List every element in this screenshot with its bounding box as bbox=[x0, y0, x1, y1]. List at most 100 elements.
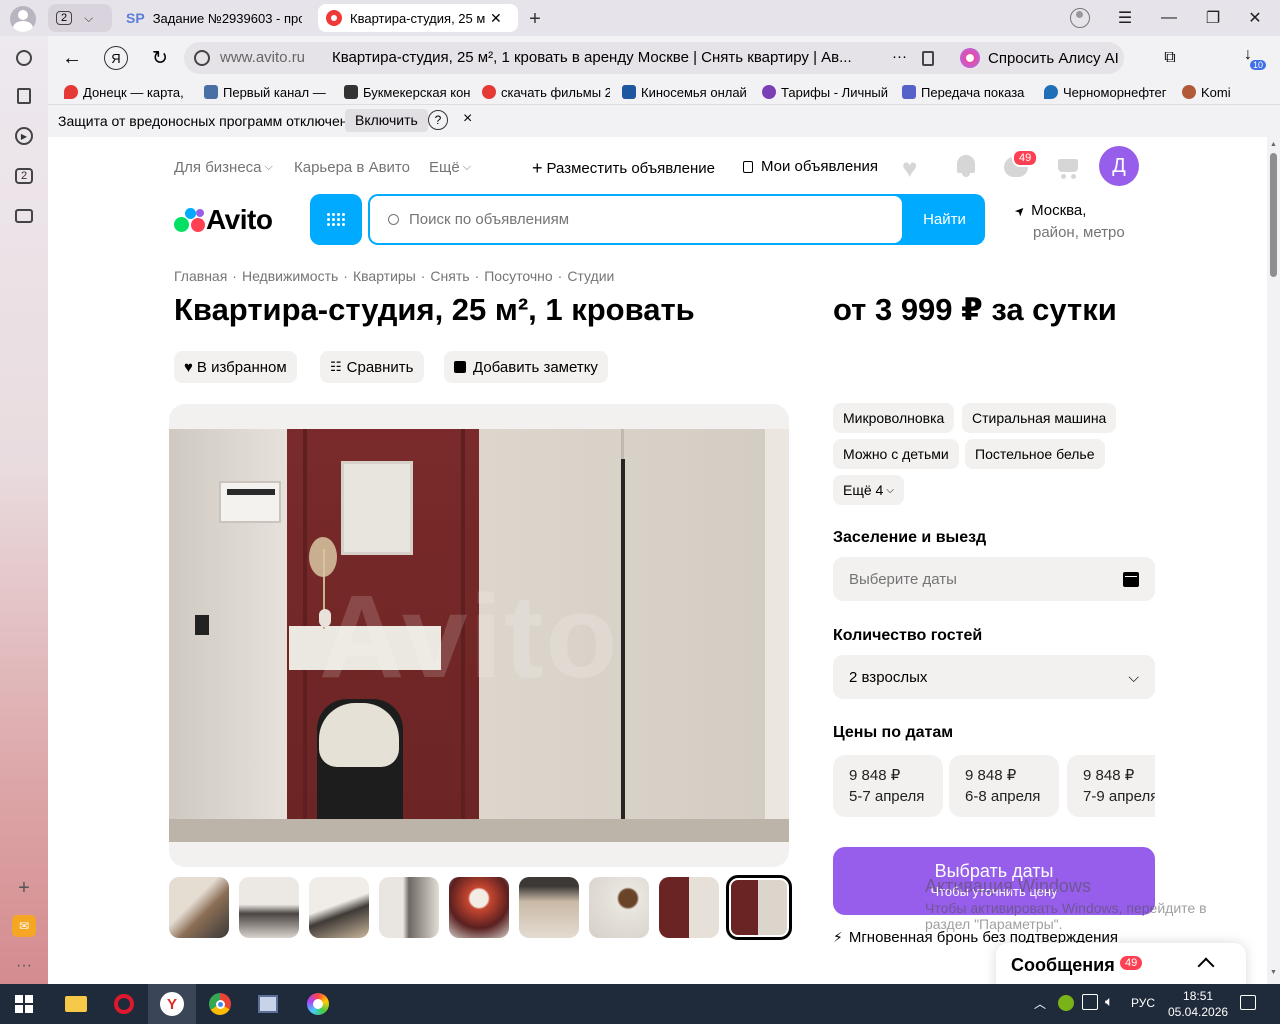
bookmark-item[interactable]: Донецк — карта, bbox=[64, 83, 188, 101]
tray-app-icon[interactable] bbox=[1058, 995, 1074, 1011]
screenshot-icon[interactable] bbox=[10, 202, 38, 230]
breadcrumb-item[interactable]: Недвижимость bbox=[242, 268, 338, 284]
tab-close-icon[interactable]: ✕ bbox=[490, 10, 502, 27]
image-editor-icon[interactable] bbox=[244, 984, 292, 1024]
breadcrumb-separator: · bbox=[343, 268, 348, 284]
bookmark-item[interactable]: Черноморнефтег bbox=[1044, 83, 1168, 101]
restore-icon[interactable]: ❐ bbox=[1190, 0, 1236, 36]
gallery-thumbnail[interactable] bbox=[309, 877, 369, 938]
collections-icon[interactable] bbox=[10, 82, 38, 110]
mail-icon[interactable]: ✉ bbox=[10, 912, 38, 940]
address-bar[interactable]: www.avito.ru Квартира-студия, 25 м², 1 к… bbox=[184, 42, 996, 74]
tray-network-icon[interactable] bbox=[1082, 994, 1098, 1010]
color-app-icon[interactable] bbox=[294, 984, 342, 1024]
bookmark-item[interactable]: Komi bbox=[1182, 83, 1252, 101]
downloads-icon[interactable]: ↓ 10 bbox=[1244, 46, 1268, 74]
gallery-thumbnail-active[interactable] bbox=[726, 875, 792, 940]
notifications-center-icon[interactable] bbox=[1240, 995, 1256, 1010]
more-menu[interactable]: Ещё ⌵ bbox=[429, 159, 471, 176]
close-window-icon[interactable]: ✕ bbox=[1232, 0, 1278, 36]
career-link[interactable]: Карьера в Авито bbox=[294, 159, 410, 176]
compare-button[interactable]: ☷ Сравнить bbox=[320, 351, 424, 383]
site-security-icon[interactable] bbox=[194, 50, 210, 66]
downloads-badge: 10 bbox=[1250, 60, 1267, 70]
tab-active[interactable]: Квартира-студия, 25 м ✕ bbox=[318, 4, 518, 32]
activation-line: раздел "Параметры". bbox=[925, 916, 1063, 932]
bookmark-icon[interactable] bbox=[922, 51, 934, 66]
windows-start-icon[interactable] bbox=[0, 984, 48, 1024]
breadcrumb-item[interactable]: Снять bbox=[430, 268, 469, 284]
tab-count-icon[interactable]: 2 bbox=[10, 162, 38, 190]
photo-gallery[interactable]: Avito bbox=[169, 404, 789, 867]
breadcrumb-item[interactable]: Главная bbox=[174, 268, 227, 284]
avito-watermark: Avito bbox=[319, 571, 620, 703]
url-more-icon[interactable]: ··· bbox=[892, 48, 907, 65]
back-icon[interactable]: ← bbox=[60, 46, 84, 70]
tab-group-counter[interactable]: 2 ⌵ bbox=[48, 4, 112, 32]
messenger-widget[interactable]: Сообщения 49 bbox=[996, 943, 1246, 984]
chrome-icon[interactable] bbox=[196, 984, 244, 1024]
gallery-thumbnail[interactable] bbox=[659, 877, 719, 938]
breadcrumb-item[interactable]: Студии bbox=[567, 268, 614, 284]
yandex-icon[interactable]: Я bbox=[104, 46, 128, 70]
extensions-icon[interactable]: ⧉ bbox=[1158, 46, 1182, 70]
price-date-card[interactable]: 9 848 ₽ 7-9 апреля bbox=[1067, 755, 1155, 817]
price-date-card[interactable]: 9 848 ₽ 6-8 апреля bbox=[949, 755, 1059, 817]
gallery-thumbnail[interactable] bbox=[239, 877, 299, 938]
avito-logo[interactable]: Avito bbox=[174, 204, 280, 236]
bookmark-item[interactable]: Первый канал — с bbox=[204, 83, 326, 101]
post-ad-link[interactable]: + Разместить объявление bbox=[532, 158, 715, 179]
bookmark-item[interactable]: Тарифы - Личный bbox=[762, 83, 890, 101]
add-panel-icon[interactable]: + bbox=[10, 874, 38, 902]
gallery-thumbnail[interactable] bbox=[589, 877, 649, 938]
bookmark-item[interactable]: Передача показа bbox=[902, 83, 1030, 101]
file-explorer-icon[interactable] bbox=[52, 984, 100, 1024]
tray-volume-icon[interactable]: 🔈︎ bbox=[1105, 993, 1113, 1010]
scroll-thumb[interactable] bbox=[1270, 153, 1277, 277]
tab-inactive[interactable]: SP Задание №2939603 - про bbox=[118, 4, 310, 32]
opera-icon[interactable] bbox=[100, 984, 148, 1024]
account-icon[interactable] bbox=[1070, 8, 1090, 28]
new-tab-button[interactable]: + bbox=[522, 6, 548, 32]
bookmark-favicon-icon bbox=[1044, 85, 1058, 99]
gallery-thumbnail[interactable] bbox=[449, 877, 509, 938]
minimize-icon[interactable]: — bbox=[1146, 0, 1192, 36]
gallery-thumbnail[interactable] bbox=[519, 877, 579, 938]
bookmark-item[interactable]: Киносемья онлай bbox=[622, 83, 750, 101]
gallery-thumbnail[interactable] bbox=[169, 877, 229, 938]
gallery-thumbnail[interactable] bbox=[379, 877, 439, 938]
scroll-down-arrow[interactable]: ▼ bbox=[1270, 969, 1277, 976]
search-input[interactable]: Поиск по объявлениям bbox=[370, 196, 902, 243]
history-icon[interactable] bbox=[10, 44, 38, 72]
add-note-button[interactable]: Добавить заметку bbox=[444, 351, 608, 383]
bookmark-item[interactable]: Букмекерская кон bbox=[344, 83, 470, 101]
windows-taskbar: Y ︿ 🔈︎ РУС 18:51 05.04.2026 bbox=[0, 984, 1280, 1024]
keyboard-language[interactable]: РУС bbox=[1131, 996, 1155, 1010]
breadcrumb-item[interactable]: Посуточно bbox=[484, 268, 552, 284]
page-scrollbar[interactable]: ▲ ▼ bbox=[1267, 137, 1280, 984]
menu-icon[interactable]: ☰ bbox=[1102, 0, 1148, 36]
chevron-up-icon[interactable] bbox=[1197, 957, 1215, 975]
alice-button[interactable]: Спросить Алису AI bbox=[952, 42, 1124, 74]
media-play-icon[interactable]: ▶ bbox=[10, 122, 38, 150]
favorite-button[interactable]: ♥ В избранном bbox=[174, 351, 297, 383]
plus-icon: + bbox=[532, 158, 543, 178]
catalog-button[interactable] bbox=[310, 194, 362, 245]
activation-line: Чтобы активировать Windows, перейдите в bbox=[925, 900, 1207, 916]
profile-icon[interactable] bbox=[10, 6, 36, 32]
help-icon[interactable]: ? bbox=[428, 110, 448, 130]
more-dots-icon[interactable]: ··· bbox=[10, 952, 38, 980]
business-menu[interactable]: Для бизнеса ⌵ bbox=[174, 159, 273, 176]
scroll-up-arrow[interactable]: ▲ bbox=[1270, 141, 1277, 148]
bookmark-favicon-icon bbox=[1182, 85, 1196, 99]
messenger-badge: 49 bbox=[1120, 956, 1143, 970]
enable-protection-button[interactable]: Включить bbox=[345, 109, 428, 132]
yandex-browser-icon[interactable]: Y bbox=[148, 984, 196, 1024]
bookmark-item[interactable]: скачать фильмы 2 bbox=[482, 83, 610, 101]
price-date-card[interactable]: 9 848 ₽ 5-7 апреля bbox=[833, 755, 943, 817]
reload-icon[interactable]: ↻ bbox=[148, 46, 172, 70]
breadcrumb-item[interactable]: Квартиры bbox=[353, 268, 416, 284]
clock[interactable]: 18:51 05.04.2026 bbox=[1168, 988, 1228, 1020]
infobar-close-icon[interactable]: × bbox=[463, 110, 472, 128]
tray-chevron-up-icon[interactable]: ︿ bbox=[1034, 995, 1046, 1012]
